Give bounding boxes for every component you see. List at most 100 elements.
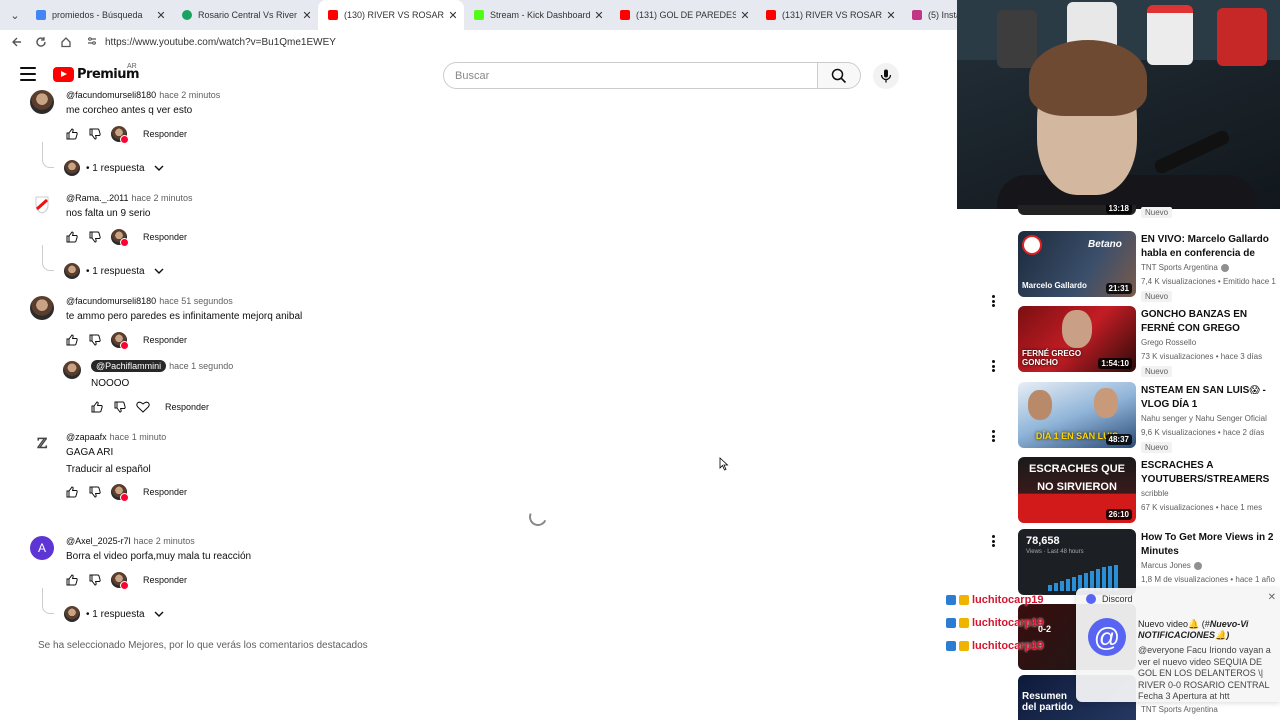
tab-search-chevron-icon[interactable]: ⌄ [4,4,26,26]
site-info-icon[interactable] [87,36,101,48]
reply-time[interactable]: hace 1 segundo [169,361,233,371]
video-thumbnail[interactable]: DÍA 1 EN SAN LUIS 48:37 [1018,382,1136,448]
tab-close-icon[interactable]: ✕ [156,9,166,22]
browser-tab[interactable]: Stream - Kick Dashboard ✕ [464,0,610,30]
video-thumbnail[interactable]: FERNÉ GREGO GONCHO 1:54:10 [1018,306,1136,372]
comment-author[interactable]: @Rama._.2011 [66,193,129,203]
related-video[interactable]: ESCRACHES QUE NO SIRVIERON 26:10 ESCRACH… [1018,457,1280,523]
tab-close-icon[interactable]: ✕ [740,9,750,22]
search-button[interactable] [817,62,861,89]
like-icon[interactable] [90,400,104,414]
comment-author[interactable]: @Axel_2025-r7l [66,536,131,546]
channel-logo-icon [1022,235,1042,255]
browser-tab[interactable]: Rosario Central Vs River Plate ✕ [172,0,318,30]
video-thumbnail[interactable]: Betano Marcelo Gallardo 21:31 [1018,231,1136,297]
view-replies-button[interactable]: • 1 respuesta [64,263,165,279]
dislike-icon[interactable] [88,230,102,244]
reload-icon[interactable] [31,32,51,52]
close-icon[interactable]: ✕ [1268,592,1276,603]
related-video[interactable]: FERNÉ GREGO GONCHO 1:54:10 GONCHO BANZAS… [1018,306,1280,377]
video-thumbnail[interactable]: 78,658 Views · Last 48 hours [1018,529,1136,595]
like-icon[interactable] [65,573,79,587]
more-options-icon[interactable] [986,534,1000,548]
like-icon[interactable] [65,333,79,347]
more-options-icon[interactable] [986,294,1000,308]
avatar[interactable] [30,296,54,320]
view-replies-button[interactable]: • 1 respuesta [64,160,165,176]
video-title[interactable]: GONCHO BANZAS EN FERNÉ CON GREGO [1141,308,1280,336]
video-title[interactable]: EN VIVO: Marcelo Gallardo habla en confe… [1141,233,1280,261]
more-options-icon[interactable] [986,359,1000,373]
creator-heart-avatar [111,126,129,144]
channel-name[interactable]: TNT Sports Argentina [1141,263,1229,272]
view-replies-button[interactable]: • 1 respuesta [64,606,165,622]
reply-button[interactable]: Responder [137,487,193,497]
comment-author[interactable]: @zapaafx [66,432,107,442]
video-title[interactable]: NSTEAM EN SAN LUIS😱 - VLOG DÍA 1 [1141,384,1280,412]
browser-tab[interactable]: (131) RIVER VS ROSARIO CENTRAL ✕ [756,0,902,30]
channel-name[interactable]: TNT Sports Argentina [1141,705,1218,714]
url-field[interactable]: https://www.youtube.com/watch?v=Bu1Qme1E… [87,32,937,52]
comment-meta: @Axel_2025-r7l hace 2 minutos [66,536,195,546]
avatar[interactable] [30,193,54,217]
like-icon[interactable] [65,230,79,244]
comment-author[interactable]: @facundomurseli8180 [66,90,156,100]
related-video[interactable]: DÍA 1 EN SAN LUIS 48:37 NSTEAM EN SAN LU… [1018,382,1280,453]
search-input[interactable]: Buscar [443,62,818,89]
channel-name[interactable]: scribble [1141,489,1169,498]
video-thumbnail[interactable]: ESCRACHES QUE NO SIRVIERON 26:10 [1018,457,1136,523]
tab-close-icon[interactable]: ✕ [594,9,604,22]
comment-actions: Responder [65,126,193,144]
tab-close-icon[interactable]: ✕ [886,9,896,22]
related-video-partial[interactable]: 13:18 Nuevo [1018,205,1280,219]
comment-author[interactable]: @facundomurseli8180 [66,296,156,306]
voice-search-button[interactable] [873,63,899,89]
video-title[interactable]: How To Get More Views in 2 Minutes [1141,531,1280,559]
browser-tab[interactable]: (131) GOL DE PAREDES Y TRAS ✕ [610,0,756,30]
back-arrow-icon[interactable] [6,32,26,52]
youtube-premium-logo[interactable]: Premium AR [53,63,140,82]
discord-notification[interactable]: Discord ✕ @ Nuevo video🔔 (#Nuevo-Vi NOTI… [1076,588,1280,702]
related-video[interactable]: Betano Marcelo Gallardo 21:31 EN VIVO: M… [1018,231,1280,302]
like-icon[interactable] [65,127,79,141]
dislike-icon[interactable] [88,573,102,587]
comment-time[interactable]: hace 51 segundos [159,296,233,306]
avatar[interactable]: A [30,536,54,560]
translate-link[interactable]: Traducir al español [66,464,151,475]
dislike-icon[interactable] [113,400,127,414]
video-thumbnail[interactable]: 13:18 [1018,205,1136,215]
channel-name[interactable]: Nahu senger y Nahu Senger Oficial [1141,414,1267,423]
comment-time[interactable]: hace 2 minutos [159,90,220,100]
home-icon[interactable] [56,32,76,52]
reply-button[interactable]: Responder [137,232,193,242]
comment-time[interactable]: hace 2 minutos [132,193,193,203]
comment-time[interactable]: hace 1 minuto [110,432,167,442]
avatar[interactable]: ℤ [30,432,54,456]
menu-icon[interactable] [20,67,36,81]
creator-author-tag[interactable]: @Pachiflammini [91,360,167,372]
browser-tab-active[interactable]: (130) RIVER VS ROSARIO CENTRAL ✕ [318,0,464,30]
channel-name[interactable]: Grego Rossello [1141,338,1196,347]
reply-button[interactable]: Responder [137,575,193,585]
avatar[interactable] [30,90,54,114]
related-video[interactable]: 78,658 Views · Last 48 hours How To Get … [1018,529,1280,595]
like-icon[interactable] [65,485,79,499]
dislike-icon[interactable] [88,485,102,499]
channel-name[interactable]: Marcus Jones [1141,561,1202,570]
reply-button[interactable]: Responder [137,335,193,345]
heart-icon[interactable] [136,400,150,414]
dislike-icon[interactable] [88,333,102,347]
reply-avatar[interactable] [63,361,81,379]
browser-tab[interactable]: promiedos - Búsqueda ✕ [26,0,172,30]
video-title[interactable]: ESCRACHES A YOUTUBERS/STREAMERS QU... [1141,459,1280,487]
reply-button[interactable]: Responder [137,129,193,139]
reply-button[interactable]: Responder [159,402,215,412]
river-plate-crest-icon [35,196,49,214]
dislike-icon[interactable] [88,127,102,141]
more-options-icon[interactable] [986,429,1000,443]
comment-time[interactable]: hace 2 minutos [134,536,195,546]
tab-close-icon[interactable]: ✕ [302,9,312,22]
comment-text: Borra el video porfa,muy mala tu reacció… [66,551,252,562]
discord-logo-icon [1086,594,1096,604]
tab-close-icon[interactable]: ✕ [448,9,458,22]
